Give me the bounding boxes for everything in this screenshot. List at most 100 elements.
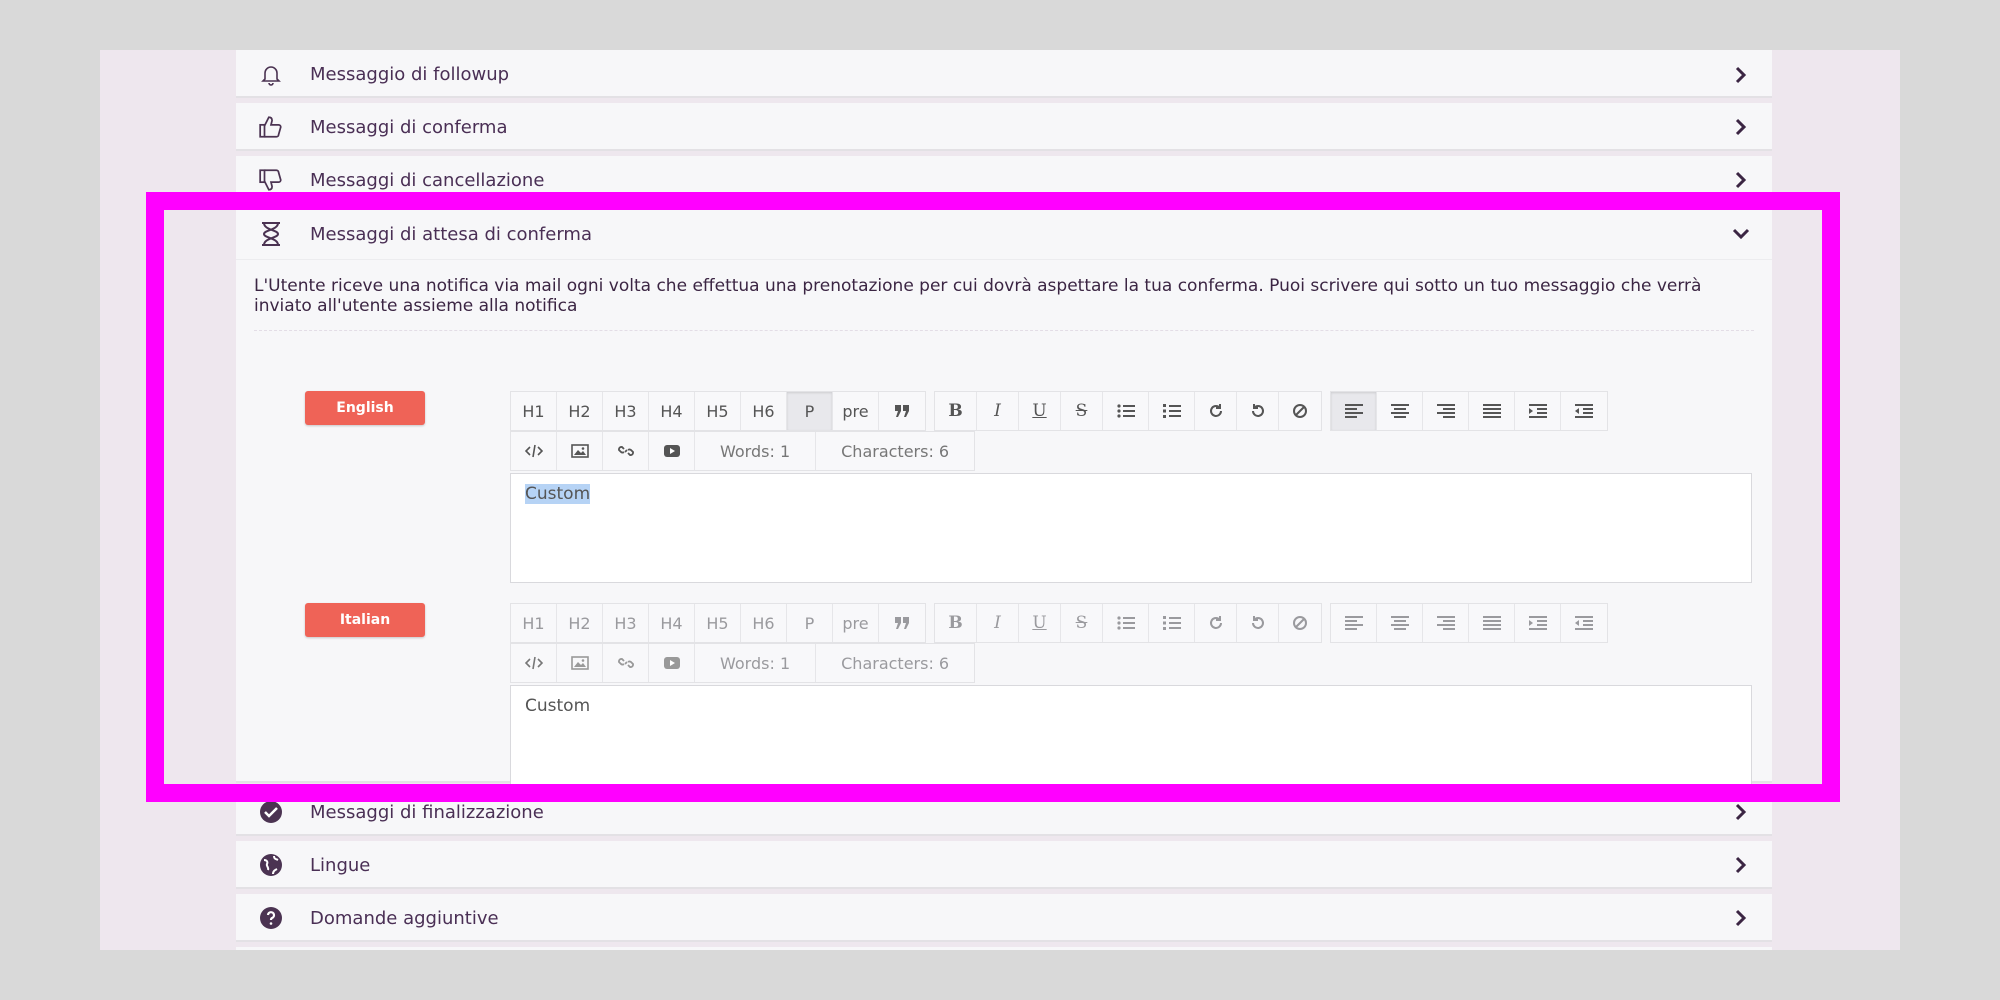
h1-button[interactable]: H1	[511, 604, 557, 642]
question-circle-icon	[256, 903, 286, 933]
outdent-icon[interactable]	[1561, 604, 1607, 642]
editor-content-area[interactable]: Custom	[510, 473, 1752, 583]
h2-button[interactable]: H2	[557, 392, 603, 430]
link-icon[interactable]	[603, 432, 649, 470]
h3-button[interactable]: H3	[603, 604, 649, 642]
align-left-icon[interactable]	[1331, 604, 1377, 642]
indent-icon[interactable]	[1515, 392, 1561, 430]
accordion-header[interactable]: Messaggi di attesa di conferma	[236, 209, 1772, 260]
rich-text-editor-italian: H1 H2 H3 H4 H5 H6 P pre B I U S Words: 1…	[510, 603, 1752, 795]
underline-icon[interactable]: U	[1019, 392, 1061, 430]
redo-icon[interactable]	[1195, 392, 1237, 430]
redo-icon[interactable]	[1195, 604, 1237, 642]
chevron-right-icon[interactable]	[1732, 856, 1750, 874]
alignment-group	[1330, 603, 1608, 643]
numbered-list-icon[interactable]	[1149, 604, 1195, 642]
bold-icon[interactable]: B	[935, 392, 977, 430]
accordion-title: Messaggi di finalizzazione	[310, 801, 544, 823]
chevron-right-icon[interactable]	[1732, 118, 1750, 136]
paragraph-button[interactable]: P	[787, 392, 833, 430]
accordion-title: Lingue	[310, 854, 371, 876]
editor-text: Custom	[525, 696, 591, 716]
image-icon[interactable]	[557, 644, 603, 682]
word-count: Words: 1	[695, 432, 817, 470]
video-icon[interactable]	[649, 432, 695, 470]
alignment-group	[1330, 391, 1608, 431]
outdent-icon[interactable]	[1561, 392, 1607, 430]
image-icon[interactable]	[557, 432, 603, 470]
align-left-icon[interactable]	[1331, 392, 1377, 430]
italic-icon[interactable]: I	[977, 392, 1019, 430]
video-icon[interactable]	[649, 644, 695, 682]
accordion-finalizzazione[interactable]: Messaggi di finalizzazione	[236, 788, 1772, 836]
accordion-lingue[interactable]: Lingue	[236, 841, 1772, 889]
toolbar-row-top: H1 H2 H3 H4 H5 H6 P pre B I U S	[510, 603, 1752, 643]
undo-icon[interactable]	[1237, 604, 1279, 642]
h4-button[interactable]: H4	[649, 604, 695, 642]
accordion-next-partial	[236, 947, 1772, 950]
toolbar-row-bottom: Words: 1 Characters: 6	[510, 643, 1752, 683]
bullet-list-icon[interactable]	[1103, 392, 1149, 430]
italic-icon[interactable]: I	[977, 604, 1019, 642]
language-button-english[interactable]: English	[305, 391, 425, 425]
language-button-italian[interactable]: Italian	[305, 603, 425, 637]
h5-button[interactable]: H5	[695, 392, 741, 430]
align-center-icon[interactable]	[1377, 604, 1423, 642]
accordion-followup[interactable]: Messaggio di followup	[236, 50, 1772, 98]
strikethrough-icon[interactable]: S	[1061, 604, 1103, 642]
chevron-right-icon[interactable]	[1732, 171, 1750, 189]
chevron-right-icon[interactable]	[1732, 909, 1750, 927]
chevron-right-icon[interactable]	[1732, 66, 1750, 84]
thumbs-down-icon	[256, 165, 286, 195]
underline-icon[interactable]: U	[1019, 604, 1061, 642]
h4-button[interactable]: H4	[649, 392, 695, 430]
clear-format-icon[interactable]	[1279, 392, 1321, 430]
description-text: L'Utente riceve una notifica via mail og…	[254, 276, 1702, 316]
align-right-icon[interactable]	[1423, 604, 1469, 642]
link-icon[interactable]	[603, 644, 649, 682]
pre-button[interactable]: pre	[833, 604, 879, 642]
strikethrough-icon[interactable]: S	[1061, 392, 1103, 430]
accordion-attesa-conferma: Messaggi di attesa di conferma L'Utente …	[236, 209, 1772, 795]
numbered-list-icon[interactable]	[1149, 392, 1195, 430]
accordion-title: Messaggi di cancellazione	[310, 169, 545, 191]
paragraph-button[interactable]: P	[787, 604, 833, 642]
code-icon[interactable]	[511, 644, 557, 682]
bullet-list-icon[interactable]	[1103, 604, 1149, 642]
accordion-title: Messaggio di followup	[310, 63, 510, 85]
block-format-group: H1 H2 H3 H4 H5 H6 P pre	[510, 391, 926, 431]
blockquote-icon[interactable]	[879, 392, 925, 430]
chevron-right-icon[interactable]	[1732, 803, 1750, 821]
accordion-domande[interactable]: Domande aggiuntive	[236, 894, 1772, 942]
h6-button[interactable]: H6	[741, 604, 787, 642]
h5-button[interactable]: H5	[695, 604, 741, 642]
h1-button[interactable]: H1	[511, 392, 557, 430]
accordion-title: Domande aggiuntive	[310, 907, 499, 929]
accordion-cancellazione[interactable]: Messaggi di cancellazione	[236, 156, 1772, 204]
blockquote-icon[interactable]	[879, 604, 925, 642]
accordion-title: Messaggi di attesa di conferma	[310, 223, 592, 245]
pre-button[interactable]: pre	[833, 392, 879, 430]
h2-button[interactable]: H2	[557, 604, 603, 642]
bold-icon[interactable]: B	[935, 604, 977, 642]
h3-button[interactable]: H3	[603, 392, 649, 430]
thumbs-up-icon	[256, 112, 286, 142]
align-right-icon[interactable]	[1423, 392, 1469, 430]
align-justify-icon[interactable]	[1469, 604, 1515, 642]
bell-icon	[256, 59, 286, 89]
toolbar-row-bottom: Words: 1 Characters: 6	[510, 431, 1752, 471]
code-icon[interactable]	[511, 432, 557, 470]
clear-format-icon[interactable]	[1279, 604, 1321, 642]
editor-content-area[interactable]: Custom	[510, 685, 1752, 795]
align-justify-icon[interactable]	[1469, 392, 1515, 430]
indent-icon[interactable]	[1515, 604, 1561, 642]
chevron-down-icon[interactable]	[1732, 225, 1750, 243]
undo-icon[interactable]	[1237, 392, 1279, 430]
accordion-conferma[interactable]: Messaggi di conferma	[236, 103, 1772, 151]
h6-button[interactable]: H6	[741, 392, 787, 430]
align-center-icon[interactable]	[1377, 392, 1423, 430]
insert-group: Words: 1 Characters: 6	[510, 431, 976, 471]
text-format-group: B I U S	[934, 603, 1322, 643]
globe-icon	[256, 850, 286, 880]
accordion-title: Messaggi di conferma	[310, 116, 508, 138]
